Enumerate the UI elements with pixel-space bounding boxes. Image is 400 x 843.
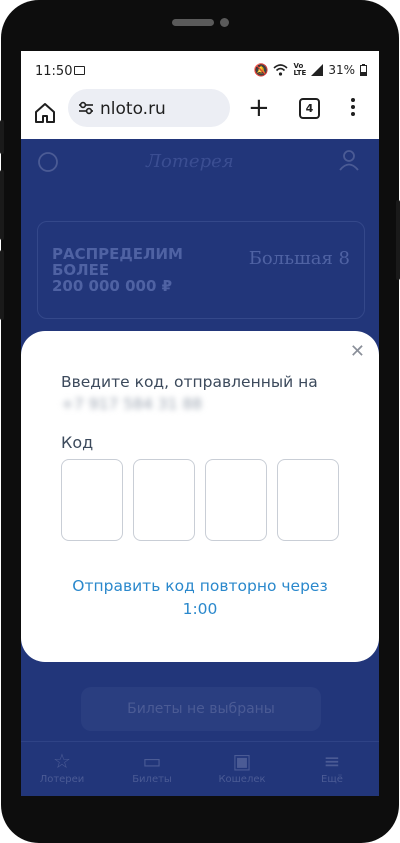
banner-line: 200 000 000 ₽ bbox=[52, 277, 173, 295]
side-button bbox=[0, 170, 4, 240]
phone-number: +7 917 584 31 88 bbox=[61, 395, 203, 413]
tab-switcher-button[interactable]: 4 bbox=[299, 98, 320, 119]
status-icons: 🔕 Vo LTE 31% bbox=[254, 63, 367, 77]
logo: Лотерея bbox=[146, 151, 234, 172]
nav-tickets: ▭ Билеты bbox=[117, 748, 187, 785]
status-time: 11:50 bbox=[35, 64, 73, 79]
mute-icon: 🔕 bbox=[253, 63, 269, 77]
volte-icon: Vo LTE bbox=[293, 62, 307, 77]
signal-icon bbox=[311, 64, 324, 76]
resend-timer: 1:00 bbox=[182, 600, 218, 618]
chat-icon bbox=[38, 152, 58, 172]
nav-label: Ещё bbox=[321, 774, 343, 785]
menu-icon: ≡ bbox=[323, 749, 341, 773]
wifi-icon bbox=[273, 64, 289, 76]
resend-code-link[interactable]: Отправить код повторно через 1:00 bbox=[21, 575, 379, 621]
nav-label: Билеты bbox=[132, 774, 172, 785]
verification-modal: ✕ Введите код, отправленный на +7 917 58… bbox=[21, 331, 379, 662]
ticket-icon: ▭ bbox=[142, 749, 162, 773]
code-label: Код bbox=[61, 433, 94, 452]
close-icon[interactable]: ✕ bbox=[350, 343, 365, 361]
nav-label: Лотереи bbox=[39, 774, 85, 785]
banner-text: РАСПРЕДЕЛИМ БОЛЕЕ 200 000 000 ₽ bbox=[52, 246, 183, 294]
front-camera bbox=[220, 18, 229, 27]
battery-icon bbox=[360, 64, 367, 76]
resend-text: Отправить код повторно через bbox=[72, 577, 328, 595]
battery-percent: 31% bbox=[328, 63, 355, 77]
banner-line: РАСПРЕДЕЛИМ bbox=[52, 245, 183, 263]
banner-game-title: Большая 8 bbox=[248, 248, 350, 269]
side-button bbox=[0, 120, 4, 154]
nav-lotteries: ☆ Лотереи bbox=[27, 748, 97, 785]
nav-more: ≡ Ещё bbox=[297, 748, 367, 785]
code-digit-2[interactable] bbox=[133, 459, 195, 541]
banner-line: БОЛЕЕ bbox=[52, 261, 110, 279]
browser-toolbar: nloto.ru + 4 bbox=[21, 89, 379, 140]
screen: 11:50 🔕 Vo LTE 31% nloto.ru + 4 Лотерея Р… bbox=[21, 51, 379, 796]
nav-wallet: ▣ Кошелек bbox=[207, 748, 277, 785]
promo-banner: РАСПРЕДЕЛИМ БОЛЕЕ 200 000 000 ₽ Большая … bbox=[37, 221, 365, 319]
code-digit-3[interactable] bbox=[205, 459, 267, 541]
url-text: nloto.ru bbox=[100, 99, 166, 119]
star-icon: ☆ bbox=[53, 749, 71, 773]
nav-label: Кошелек bbox=[218, 774, 266, 785]
status-bar: 11:50 🔕 Vo LTE 31% bbox=[21, 51, 379, 89]
bottom-nav: ☆ Лотереи ▭ Билеты ▣ Кошелек ≡ Ещё bbox=[21, 741, 379, 796]
code-prompt: Введите код, отправленный на bbox=[61, 373, 318, 391]
side-button bbox=[396, 200, 400, 280]
code-digit-1[interactable] bbox=[61, 459, 123, 541]
image-icon bbox=[74, 66, 85, 75]
tickets-status-button: Билеты не выбраны bbox=[81, 687, 321, 731]
address-bar[interactable]: nloto.ru bbox=[68, 89, 230, 127]
home-icon[interactable] bbox=[33, 101, 57, 125]
wallet-icon: ▣ bbox=[232, 749, 252, 773]
more-menu-icon[interactable] bbox=[351, 98, 355, 118]
site-settings-icon[interactable] bbox=[78, 101, 94, 115]
code-digit-4[interactable] bbox=[277, 459, 339, 541]
speaker bbox=[172, 19, 214, 26]
side-button bbox=[0, 250, 4, 320]
new-tab-icon[interactable]: + bbox=[248, 95, 270, 121]
profile-icon bbox=[339, 150, 359, 171]
